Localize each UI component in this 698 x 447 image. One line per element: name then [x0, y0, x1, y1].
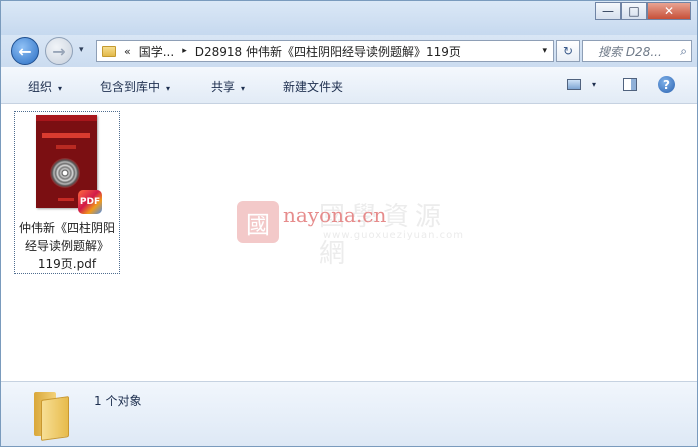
share-menu[interactable]: 共享 ▾: [211, 78, 245, 95]
view-options-dropdown[interactable]: ▾: [592, 80, 596, 89]
recent-pages-dropdown[interactable]: ▾: [79, 45, 84, 55]
pdf-icon: PDF: [78, 190, 102, 214]
file-name-line: 119页.pdf: [37, 257, 97, 271]
cover-band: [36, 115, 97, 121]
file-name-line: 经导读例题解》: [24, 239, 109, 253]
watermark-domain-text: nayona.cn: [283, 203, 387, 227]
search-input[interactable]: 搜索 D28... ⌕: [582, 40, 692, 62]
item-count: 1 个对象: [94, 394, 142, 408]
minimize-button[interactable]: —: [595, 2, 621, 20]
watermark: 國 國學資源網 nayona.cn www.guoxueziyuan.com: [237, 196, 477, 269]
maximize-button[interactable]: □: [621, 2, 647, 20]
include-in-library-label: 包含到库中: [100, 80, 161, 94]
breadcrumb-separator-icon[interactable]: ▸: [182, 46, 187, 56]
folder-front-icon: [41, 396, 69, 441]
file-item[interactable]: PDF 仲伟新《四柱阴阳 经导读例题解》 119页.pdf: [14, 111, 120, 274]
navigation-bar: ← → ▾ « 国学... ▸ D28918 仲伟新《四柱阴阳经导读例题解》11…: [1, 35, 697, 67]
chevron-down-icon: ▾: [166, 84, 171, 93]
address-dropdown-icon[interactable]: ▾: [542, 46, 547, 56]
cover-title-band: [42, 133, 90, 138]
cover-footer-band: [58, 198, 74, 201]
explorer-window: — □ ✕ ← → ▾ « 国学... ▸ D28918 仲伟新《四柱阴阳经导读…: [0, 0, 698, 447]
chevron-down-icon: ▾: [241, 84, 246, 93]
new-folder-button[interactable]: 新建文件夹: [283, 78, 343, 95]
file-list-area[interactable]: PDF 仲伟新《四柱阴阳 经导读例题解》 119页.pdf 國 國學資源網 na…: [1, 104, 697, 381]
window-controls: — □ ✕: [595, 2, 691, 20]
details-pane: 1 个对象: [1, 381, 697, 446]
help-icon[interactable]: ?: [658, 76, 675, 93]
search-icon[interactable]: ⌕: [680, 44, 687, 59]
forward-button[interactable]: →: [45, 37, 73, 65]
organize-label: 组织: [28, 80, 53, 94]
new-folder-label: 新建文件夹: [283, 80, 344, 94]
organize-menu[interactable]: 组织 ▾: [28, 78, 62, 95]
folder-icon: [102, 45, 116, 57]
title-bar: — □ ✕: [1, 1, 697, 35]
include-in-library-menu[interactable]: 包含到库中 ▾: [100, 78, 170, 95]
folder-icon: [31, 389, 69, 441]
refresh-button[interactable]: ↻: [556, 40, 580, 62]
back-button[interactable]: ←: [11, 37, 39, 65]
watermark-seal-icon: 國: [237, 201, 279, 243]
change-view-icon[interactable]: [567, 79, 581, 90]
file-name[interactable]: 仲伟新《四柱阴阳 经导读例题解》 119页.pdf: [15, 219, 119, 273]
breadcrumb-item-current[interactable]: D28918 仲伟新《四柱阴阳经导读例题解》119页: [195, 43, 461, 60]
cover-subtitle-band: [56, 145, 76, 149]
file-name-line: 仲伟新《四柱阴阳: [18, 221, 115, 235]
cover-pattern-icon: [50, 158, 80, 188]
share-label: 共享: [211, 80, 236, 94]
address-bar[interactable]: « 国学... ▸ D28918 仲伟新《四柱阴阳经导读例题解》119页 ▾: [96, 40, 554, 62]
watermark-url-text: www.guoxueziyuan.com: [323, 230, 464, 241]
search-placeholder: 搜索 D28...: [598, 44, 662, 59]
chevron-left-icon[interactable]: «: [124, 45, 131, 58]
breadcrumb-item-guoxue[interactable]: 国学...: [139, 43, 174, 60]
preview-pane-icon[interactable]: [623, 78, 637, 91]
chevron-down-icon: ▾: [58, 84, 63, 93]
close-button[interactable]: ✕: [647, 2, 691, 20]
command-bar: 组织 ▾ 包含到库中 ▾ 共享 ▾ 新建文件夹 ▾ ?: [1, 67, 697, 104]
